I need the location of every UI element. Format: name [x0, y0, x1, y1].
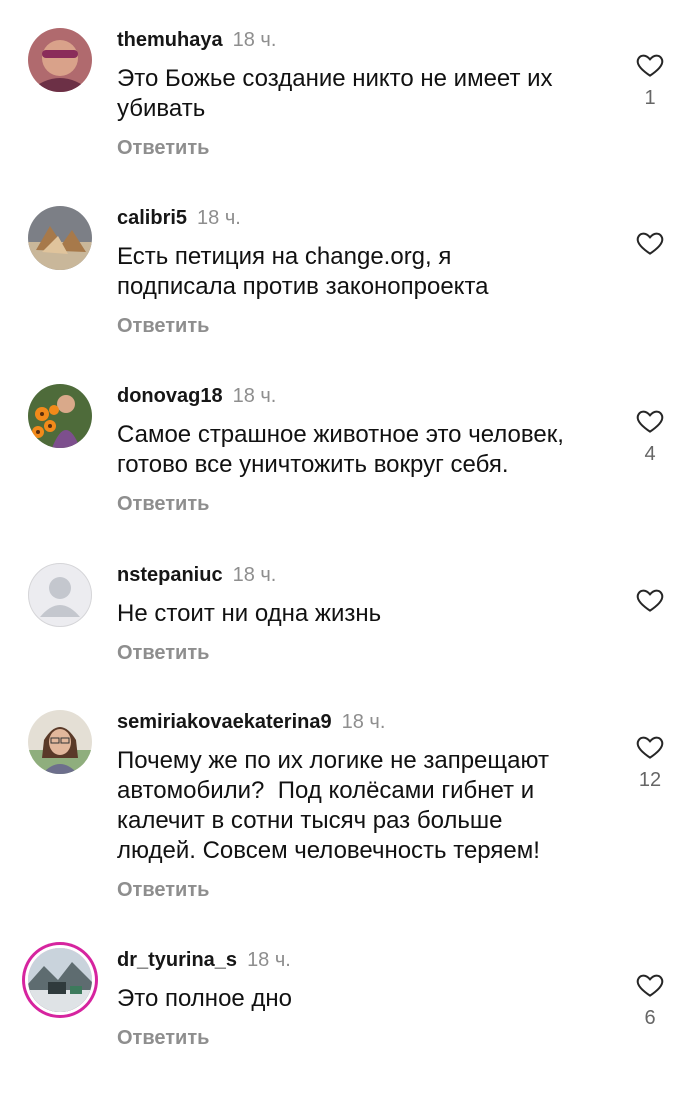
reply-button[interactable]: Ответить — [117, 641, 617, 665]
timestamp: 18 ч. — [232, 29, 277, 51]
username[interactable]: donovag18 — [117, 385, 223, 407]
like-count: 6 — [644, 1007, 656, 1029]
heart-icon[interactable] — [628, 732, 672, 762]
heart-icon[interactable] — [628, 585, 672, 615]
avatar[interactable] — [28, 384, 92, 448]
heart-icon[interactable] — [628, 50, 672, 80]
reply-button[interactable]: Ответить — [117, 1026, 617, 1050]
timestamp: 18 ч. — [197, 207, 241, 229]
timestamp: 18 ч. — [341, 711, 386, 733]
reply-button[interactable]: Ответить — [117, 878, 617, 902]
comment-text: Есть петиция на change.org, я подписала … — [117, 243, 489, 300]
like-count: 4 — [644, 443, 656, 465]
timestamp: 18 ч. — [232, 564, 277, 586]
reply-button[interactable]: Ответить — [117, 136, 617, 160]
username[interactable]: calibri5 — [117, 207, 187, 229]
like-count: 1 — [644, 87, 656, 109]
username[interactable]: nstepaniuc — [117, 564, 223, 586]
like-count: 12 — [638, 769, 662, 791]
comment-text: Самое страшное животное это человек, гот… — [117, 421, 564, 478]
avatar[interactable] — [28, 206, 92, 270]
username[interactable]: semiriakovaekaterina9 — [117, 711, 332, 733]
heart-icon[interactable] — [628, 970, 672, 1000]
comment-text: Не стоит ни одна жизнь — [117, 600, 382, 627]
username[interactable]: dr_tyurina_s — [117, 949, 237, 971]
avatar[interactable] — [28, 710, 92, 774]
comment-text: Почему же по их логике не запрещают авто… — [117, 747, 549, 864]
reply-button[interactable]: Ответить — [117, 314, 617, 338]
reply-button[interactable]: Ответить — [117, 492, 617, 516]
avatar[interactable] — [28, 563, 92, 627]
timestamp: 18 ч. — [247, 949, 291, 971]
heart-icon[interactable] — [628, 406, 672, 436]
comment-text: Это Божье создание никто не имеет их уби… — [117, 65, 553, 122]
avatar[interactable] — [28, 28, 92, 92]
avatar[interactable] — [28, 948, 92, 1012]
heart-icon[interactable] — [628, 228, 672, 258]
username[interactable]: themuhaya — [117, 29, 223, 51]
timestamp: 18 ч. — [232, 385, 277, 407]
comment-text: Это полное дно — [117, 985, 293, 1012]
